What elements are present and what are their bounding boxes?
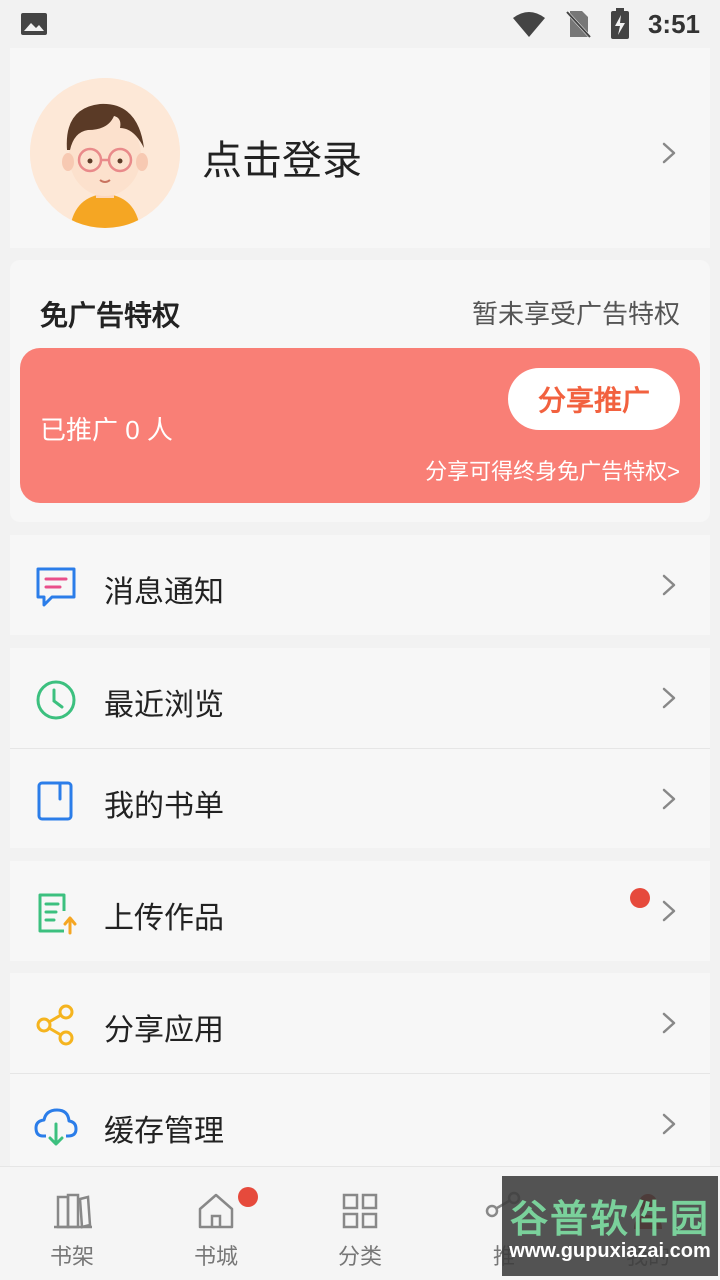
menu-item-label: 上传作品 (104, 902, 224, 935)
bookshelf-icon (54, 1193, 92, 1229)
login-card[interactable]: 点击登录 (10, 48, 710, 248)
clock-icon (36, 680, 76, 720)
ad-free-privilege-card: 免广告特权 暂未享受广告特权 已推广 0 人 分享推广 分享可得终身免广告特权> (10, 260, 710, 522)
book-icon (37, 781, 73, 821)
cloud-download-icon (34, 1108, 78, 1146)
menu-group-reading: 最近浏览 我的书单 (10, 648, 710, 848)
battery-charging-icon (610, 8, 629, 39)
chevron-right-icon (662, 574, 676, 596)
tab-bookstore[interactable]: 书城 (144, 1167, 288, 1280)
status-bar: 3:51 (0, 0, 720, 48)
new-badge-dot (238, 1187, 258, 1207)
login-prompt[interactable]: 点击登录 (202, 128, 362, 186)
menu-item-notifications[interactable]: 消息通知 (10, 535, 710, 635)
wifi-icon (512, 12, 545, 37)
watermark-text: 谷普软件园 (509, 1199, 710, 1241)
user-avatar-icon[interactable] (30, 78, 180, 228)
privilege-title: 免广告特权 (40, 300, 181, 331)
chevron-right-icon (662, 142, 676, 164)
no-sim-icon (565, 10, 592, 39)
tab-category[interactable]: 分类 (288, 1167, 432, 1280)
promotion-banner: 已推广 0 人 分享推广 分享可得终身免广告特权> (20, 348, 700, 503)
chevron-right-icon (662, 788, 676, 810)
menu-group-notifications: 消息通知 (10, 535, 710, 635)
clock-time: 3:51 (647, 8, 700, 39)
menu-item-label: 我的书单 (104, 790, 224, 823)
menu-group-app: 分享应用 缓存管理 (10, 973, 710, 1173)
tab-label: 书城 (193, 1244, 238, 1269)
menu-item-label: 缓存管理 (104, 1115, 224, 1148)
tab-label: 书架 (49, 1244, 94, 1269)
menu-item-share-app[interactable]: 分享应用 (10, 973, 710, 1073)
menu-item-booklist[interactable]: 我的书单 (10, 748, 710, 848)
tab-label: 分类 (337, 1244, 382, 1269)
share-promote-button[interactable]: 分享推广 (508, 368, 680, 430)
menu-group-upload: 上传作品 (10, 861, 710, 961)
image-icon (21, 13, 47, 35)
chevron-right-icon (662, 900, 676, 922)
tab-bookshelf[interactable]: 书架 (0, 1167, 144, 1280)
share-icon (36, 1004, 74, 1046)
watermark-url: www.gupuxiazai.com (509, 1240, 711, 1262)
menu-item-label: 消息通知 (104, 576, 224, 609)
grid-icon (342, 1193, 378, 1229)
message-icon (36, 567, 76, 607)
menu-item-label: 分享应用 (104, 1014, 224, 1047)
menu-item-label: 最近浏览 (104, 689, 224, 722)
menu-item-recent[interactable]: 最近浏览 (10, 648, 710, 748)
menu-item-upload[interactable]: 上传作品 (10, 861, 710, 961)
new-badge-dot (630, 888, 650, 908)
chevron-right-icon (662, 1012, 676, 1034)
share-hint-link[interactable]: 分享可得终身免广告特权> (425, 454, 680, 486)
menu-item-cache[interactable]: 缓存管理 (10, 1073, 710, 1173)
watermark-logo: 谷普软件园 www.gupuxiazai.com (502, 1176, 718, 1276)
home-icon (198, 1193, 234, 1229)
promoted-count: 已推广 0 人 (40, 415, 173, 445)
chevron-right-icon (662, 1113, 676, 1135)
chevron-right-icon (662, 687, 676, 709)
privilege-status: 暂未享受广告特权 (471, 299, 680, 329)
upload-doc-icon (38, 893, 77, 935)
